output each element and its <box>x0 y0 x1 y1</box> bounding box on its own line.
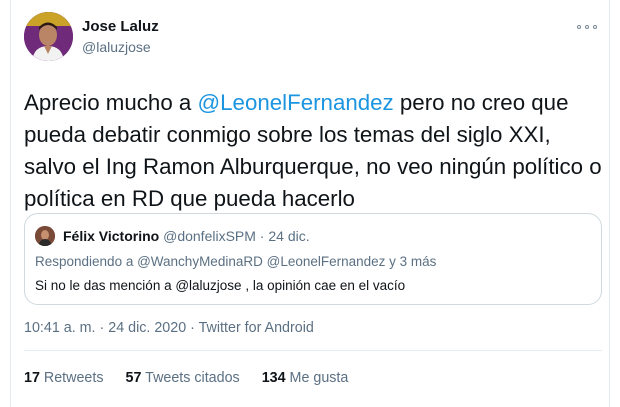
retweets-stat[interactable]: 17 Retweets <box>24 370 104 386</box>
reply-mention-1[interactable]: @WanchyMedinaRD <box>137 254 263 269</box>
more-horizontal-icon[interactable] <box>577 22 597 32</box>
quotes-stat[interactable]: 57 Tweets citados <box>126 370 240 386</box>
retweets-label: Retweets <box>43 370 104 386</box>
tweet-card: Jose Laluz @laluzjose Aprecio mucho a @L… <box>10 0 610 407</box>
quoted-header: Félix Victorino @donfelixSPM · 24 dic. <box>63 228 310 244</box>
more-dot <box>577 25 581 29</box>
meta-separator: · <box>95 320 109 336</box>
reply-mention-2[interactable]: @LeonelFernandez <box>267 254 386 269</box>
quoted-author-avatar[interactable] <box>35 226 55 246</box>
quoted-avatar-image <box>35 226 55 246</box>
tweet-source[interactable]: Twitter for Android <box>199 320 314 336</box>
quoted-text: Si no le das mención a @laluzjose , la o… <box>35 278 406 293</box>
author-avatar[interactable] <box>24 12 73 61</box>
meta-separator: · <box>186 320 199 336</box>
tweet-text-start: Aprecio mucho a <box>24 90 198 115</box>
quoted-date[interactable]: 24 dic. <box>268 228 309 244</box>
replying-to-prefix: Respondiendo a <box>35 254 138 269</box>
quoted-tweet[interactable]: Félix Victorino @donfelixSPM · 24 dic. R… <box>24 213 602 305</box>
quoted-author-name[interactable]: Félix Victorino <box>63 228 159 244</box>
divider <box>24 350 602 351</box>
tweet-date[interactable]: 24 dic. 2020 <box>108 320 186 336</box>
more-dot <box>585 25 589 29</box>
author-handle[interactable]: @laluzjose <box>82 39 151 55</box>
tweet-time[interactable]: 10:41 a. m. <box>24 320 96 336</box>
quoted-separator: · <box>255 228 269 244</box>
retweets-count: 17 <box>24 370 40 386</box>
quoted-author-handle[interactable]: @donfelixSPM <box>163 228 256 244</box>
tweet-stats: 17 Retweets 57 Tweets citados 134 Me gus… <box>24 370 348 386</box>
mention-link[interactable]: @LeonelFernandez <box>198 90 394 115</box>
author-avatar-image <box>24 12 73 61</box>
replying-to-suffix[interactable]: y 3 más <box>385 254 436 269</box>
quotes-label: Tweets citados <box>145 370 240 386</box>
tweet-timestamp-line: 10:41 a. m. · 24 dic. 2020 · Twitter for… <box>24 320 314 336</box>
likes-label: Me gusta <box>289 370 349 386</box>
quotes-count: 57 <box>125 370 142 386</box>
replying-to-line: Respondiendo a @WanchyMedinaRD @LeonelFe… <box>35 254 436 269</box>
likes-stat[interactable]: 134 Me gusta <box>262 370 349 386</box>
tweet-text: Aprecio mucho a @LeonelFernandez pero no… <box>24 87 604 215</box>
more-dot <box>593 25 597 29</box>
author-name[interactable]: Jose Laluz <box>82 18 159 35</box>
likes-count: 134 <box>261 370 286 386</box>
